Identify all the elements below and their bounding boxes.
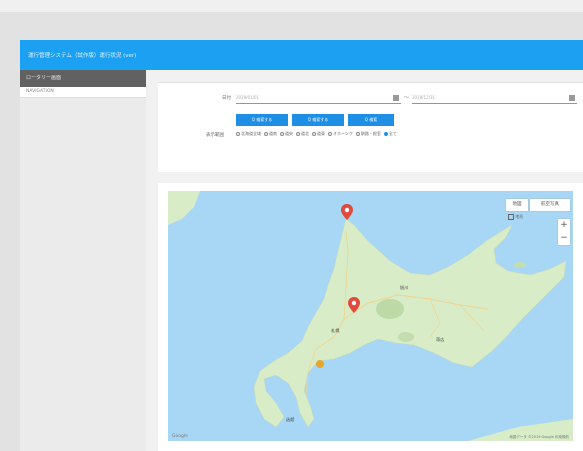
map-type-satellite-button[interactable]: 航空写真 bbox=[530, 199, 570, 211]
hokkaido-map bbox=[168, 191, 573, 441]
area-radio[interactable]: 道南 bbox=[264, 131, 277, 137]
user-location-marker bbox=[316, 360, 324, 368]
zoom-in-button[interactable]: + bbox=[558, 219, 570, 232]
radio-icon[interactable] bbox=[328, 132, 332, 136]
area-label: 表示範囲 bbox=[206, 133, 224, 138]
city-label: 札幌 bbox=[331, 328, 340, 333]
calendar-icon[interactable] bbox=[393, 95, 399, 101]
map-panel: 札幌 旭川 帯広 函館 地図 航空写真 地形 + − Google 地図データ … bbox=[158, 183, 583, 451]
shiretoko-mountains bbox=[514, 262, 526, 268]
area-radio-selected[interactable]: 全て bbox=[383, 131, 397, 137]
top-strip bbox=[0, 0, 583, 12]
hidaka-mountains bbox=[398, 332, 414, 342]
date-from-field[interactable]: 2019/01/01 bbox=[236, 93, 401, 104]
area-radio[interactable]: 道東 bbox=[312, 131, 325, 137]
app-title: 運行管理システム（試作版）運行状況 (ver) bbox=[28, 53, 137, 59]
radio-icon[interactable] bbox=[264, 132, 268, 136]
search-button-2[interactable]: Q 検索する bbox=[292, 114, 344, 126]
search-button-1[interactable]: Q 検索する bbox=[236, 114, 288, 126]
filter-panel: 日付 2019/01/01 〜 2019/12/31 Q 検索する Q 検索する… bbox=[158, 82, 583, 172]
area-radio[interactable]: オホーツク bbox=[328, 131, 353, 137]
area-radio[interactable]: 釧路・根室 bbox=[355, 131, 381, 137]
terrain-checkbox[interactable]: 地形 bbox=[508, 214, 523, 220]
hokkaido-land bbox=[253, 218, 567, 428]
map-type-map-button[interactable]: 地図 bbox=[506, 199, 528, 211]
radio-icon[interactable] bbox=[355, 132, 360, 136]
map-view[interactable]: 札幌 旭川 帯広 函館 地図 航空写真 地形 + − Google 地図データ … bbox=[168, 191, 573, 441]
area-radio[interactable]: 道北 bbox=[296, 131, 309, 137]
zoom-out-button[interactable]: − bbox=[558, 232, 570, 245]
area-radio[interactable]: 道央 bbox=[280, 131, 293, 137]
main-area: 日付 2019/01/01 〜 2019/12/31 Q 検索する Q 検索する… bbox=[146, 70, 583, 451]
radio-icon[interactable] bbox=[312, 132, 316, 136]
date-label: 日付 bbox=[222, 96, 231, 101]
app-header: 運行管理システム（試作版）運行状況 (ver) bbox=[20, 40, 583, 70]
radio-icon[interactable] bbox=[236, 132, 240, 136]
radio-selected-icon[interactable] bbox=[383, 132, 388, 136]
central-mountains bbox=[376, 299, 404, 319]
google-logo: Google bbox=[172, 434, 188, 439]
area-radio-group: 北海道全域 道南 道央 道北 道東 オホーツク 釧路・根室 全て bbox=[236, 131, 397, 137]
search-button-3[interactable]: Q 検索 bbox=[348, 114, 394, 126]
city-label: 帯広 bbox=[436, 337, 445, 342]
city-label: 函館 bbox=[286, 417, 295, 422]
calendar-icon[interactable] bbox=[569, 95, 575, 101]
sidebar-heading[interactable]: ロータリー画面 bbox=[20, 70, 146, 87]
city-label: 旭川 bbox=[400, 285, 409, 290]
checkbox-icon[interactable] bbox=[508, 214, 514, 220]
map-marker bbox=[341, 204, 353, 220]
date-to-field[interactable]: 2019/12/31 bbox=[412, 93, 577, 104]
sidebar-item-navigation[interactable]: NAVIGATION bbox=[20, 87, 146, 98]
date-separator: 〜 bbox=[404, 95, 410, 101]
zoom-control: + − bbox=[558, 219, 570, 245]
map-attribution[interactable]: 地図データ ©2019 Google 利用規約 bbox=[509, 435, 569, 440]
radio-icon[interactable] bbox=[280, 132, 284, 136]
app-window: 運行管理システム（試作版）運行状況 (ver) ロータリー画面 NAVIGATI… bbox=[20, 40, 583, 451]
sidebar: ロータリー画面 NAVIGATION bbox=[20, 70, 146, 451]
radio-icon[interactable] bbox=[296, 132, 300, 136]
area-radio[interactable]: 北海道全域 bbox=[236, 131, 261, 137]
northwest-land bbox=[168, 191, 200, 225]
